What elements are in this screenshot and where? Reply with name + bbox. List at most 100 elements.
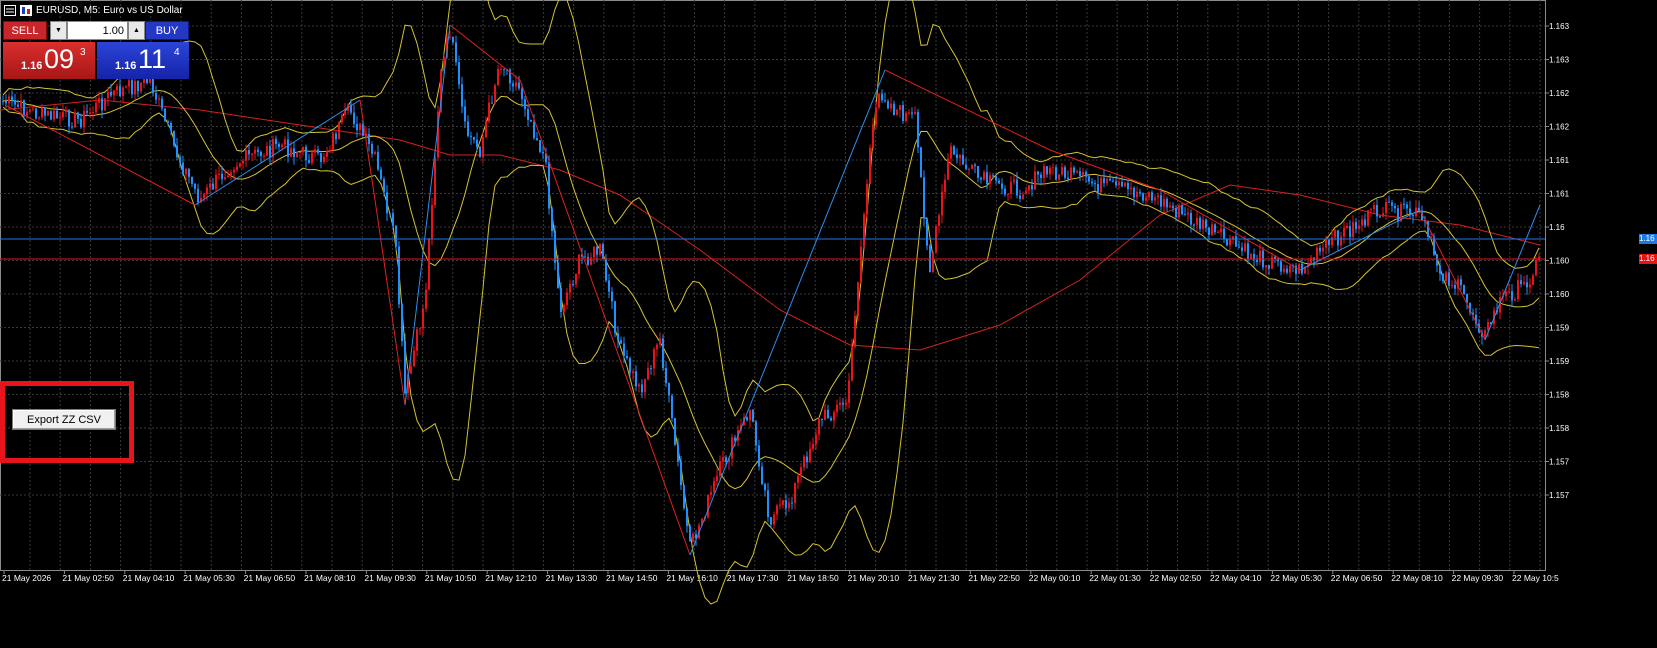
candle-body bbox=[1001, 183, 1003, 189]
price-axis-label: 1.163 bbox=[1549, 22, 1570, 31]
candle-body bbox=[158, 98, 160, 100]
candle-body bbox=[653, 349, 655, 369]
candle-body bbox=[635, 371, 637, 387]
candle-body bbox=[218, 173, 220, 175]
candle-body bbox=[1352, 222, 1354, 237]
candle-body bbox=[692, 534, 694, 542]
candle-body bbox=[602, 244, 604, 260]
candle-body bbox=[620, 340, 622, 344]
bid-price-prefix: 1.16 bbox=[21, 60, 43, 72]
candle-body bbox=[794, 482, 796, 504]
candle-body bbox=[1094, 183, 1096, 185]
candle-body bbox=[1148, 192, 1150, 198]
candle-body bbox=[1016, 179, 1018, 196]
candle-body bbox=[920, 147, 922, 178]
candle-body bbox=[641, 384, 643, 393]
candle-body bbox=[1052, 167, 1054, 169]
buy-button[interactable]: BUY bbox=[145, 21, 189, 40]
candle-body bbox=[1157, 195, 1159, 198]
lot-increase-button[interactable]: ▲ bbox=[128, 21, 145, 40]
candle-body bbox=[155, 93, 157, 100]
candle-body bbox=[605, 259, 607, 281]
candle-body bbox=[89, 112, 91, 114]
candle-body bbox=[644, 379, 646, 393]
ask-price-main: 11 bbox=[138, 44, 167, 74]
candle-body bbox=[383, 179, 385, 193]
ask-price-box[interactable]: 1.16 11 4 bbox=[97, 42, 189, 79]
candle-body bbox=[485, 121, 487, 138]
candle-body bbox=[185, 168, 187, 175]
candle-body bbox=[236, 166, 238, 170]
one-click-trading-icon[interactable] bbox=[20, 4, 32, 16]
candle-body bbox=[566, 292, 568, 306]
candle-body bbox=[860, 246, 862, 283]
candle-body bbox=[1241, 247, 1243, 252]
candle-body bbox=[182, 162, 184, 175]
candle-body bbox=[1238, 246, 1240, 248]
time-axis-label: 22 May 08:10 bbox=[1391, 573, 1443, 583]
candle-body bbox=[62, 112, 64, 118]
candle-body bbox=[1286, 268, 1288, 273]
candle-body bbox=[686, 508, 688, 526]
candle-body bbox=[611, 291, 613, 302]
candle-body bbox=[1226, 238, 1228, 246]
lot-decrease-button[interactable]: ▼ bbox=[50, 21, 67, 40]
candle-body bbox=[260, 151, 262, 156]
candle-body bbox=[41, 107, 43, 118]
ask-price-prefix: 1.16 bbox=[115, 60, 137, 72]
price-axis-label: 1.160 bbox=[1549, 257, 1570, 266]
candle-body bbox=[380, 169, 382, 180]
candle-body bbox=[11, 96, 13, 100]
candle-body bbox=[74, 112, 76, 128]
candle-body bbox=[1139, 191, 1141, 194]
candle-body bbox=[164, 108, 166, 122]
candle-body bbox=[1505, 291, 1507, 297]
time-axis-label: 22 May 01:30 bbox=[1089, 573, 1141, 583]
candle-body bbox=[95, 102, 97, 113]
candle-body bbox=[209, 183, 211, 188]
candle-body bbox=[476, 139, 478, 147]
candle-body bbox=[989, 175, 991, 184]
candle-body bbox=[332, 133, 334, 150]
candle-body bbox=[872, 124, 874, 148]
candle-body bbox=[950, 146, 952, 159]
time-axis-label: 21 May 21:30 bbox=[908, 573, 960, 583]
candle-body bbox=[1454, 284, 1456, 289]
candle-body bbox=[428, 238, 430, 290]
candle-body bbox=[1220, 228, 1222, 232]
candle-body bbox=[503, 68, 505, 70]
candle-body bbox=[302, 146, 304, 152]
candle-body bbox=[1085, 171, 1087, 177]
candle-body bbox=[482, 137, 484, 158]
candle-body bbox=[998, 180, 1000, 184]
candle-body bbox=[107, 91, 109, 99]
candle-body bbox=[746, 417, 748, 421]
candle-body bbox=[1100, 177, 1102, 193]
candle-body bbox=[689, 525, 691, 542]
candle-body bbox=[431, 205, 433, 239]
candle-body bbox=[392, 213, 394, 226]
price-axis-label: 1.157 bbox=[1549, 491, 1570, 500]
lot-size-input[interactable] bbox=[67, 21, 128, 40]
candle-body bbox=[5, 100, 7, 104]
candle-body bbox=[128, 80, 130, 87]
bid-price-box[interactable]: 1.16 09 3 bbox=[3, 42, 95, 79]
candle-body bbox=[188, 168, 190, 177]
bid-price-main: 09 bbox=[44, 44, 75, 74]
candle-body bbox=[1316, 247, 1318, 261]
candle-body bbox=[1406, 204, 1408, 209]
ask-price-fraction: 4 bbox=[174, 47, 180, 58]
candle-body bbox=[1514, 299, 1516, 301]
candle-body bbox=[116, 86, 118, 91]
candle-body bbox=[1409, 208, 1411, 215]
window-menu-icon[interactable] bbox=[4, 4, 16, 16]
candle-body bbox=[368, 133, 370, 145]
export-zigzag-csv-button[interactable]: Export ZZ CSV bbox=[12, 409, 116, 430]
candle-body bbox=[1019, 195, 1021, 199]
candle-body bbox=[1004, 188, 1006, 195]
sell-button[interactable]: SELL bbox=[3, 21, 47, 40]
candle-body bbox=[263, 155, 265, 157]
candle-body bbox=[359, 123, 361, 131]
price-chart[interactable]: 1.1631.1631.1621.1621.1611.1611.161.1601… bbox=[0, 0, 1657, 648]
candle-body bbox=[266, 146, 268, 156]
